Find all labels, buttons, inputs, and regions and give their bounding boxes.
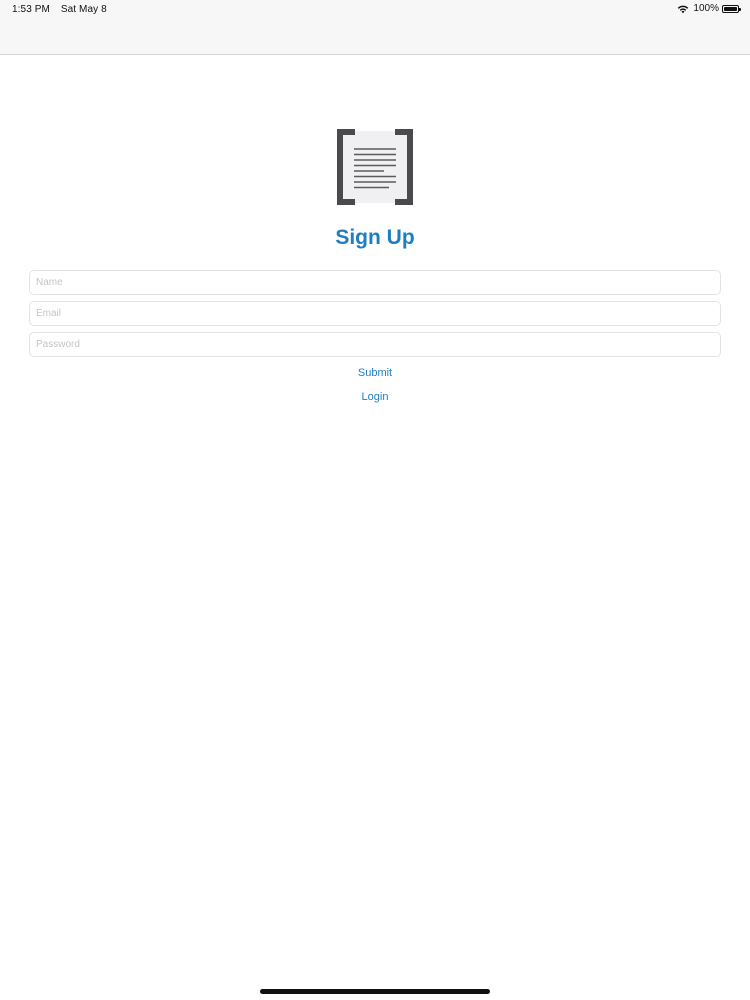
status-left: 1:53 PM Sat May 8 — [12, 4, 115, 15]
login-button[interactable]: Login — [0, 391, 750, 403]
password-field[interactable] — [29, 332, 721, 357]
home-indicator — [260, 989, 490, 994]
signup-screen: 1:53 PM Sat May 8 100% Sign Up Name Emai… — [0, 0, 750, 1000]
name-field[interactable] — [29, 270, 721, 295]
battery-level — [724, 6, 737, 11]
status-right: 100% — [677, 3, 741, 14]
page-title: Sign Up — [335, 226, 415, 249]
battery-icon — [722, 4, 741, 13]
email-field[interactable] — [29, 301, 721, 326]
submit-button[interactable]: Submit — [0, 367, 750, 379]
status-bar: 1:53 PM Sat May 8 100% — [0, 0, 750, 55]
battery-percent: 100% — [693, 3, 719, 14]
status-time: 1:53 PM — [12, 4, 50, 15]
status-date: Sat May 8 — [60, 4, 107, 15]
wifi-icon — [678, 5, 689, 13]
document-brackets-logo — [337, 129, 413, 205]
